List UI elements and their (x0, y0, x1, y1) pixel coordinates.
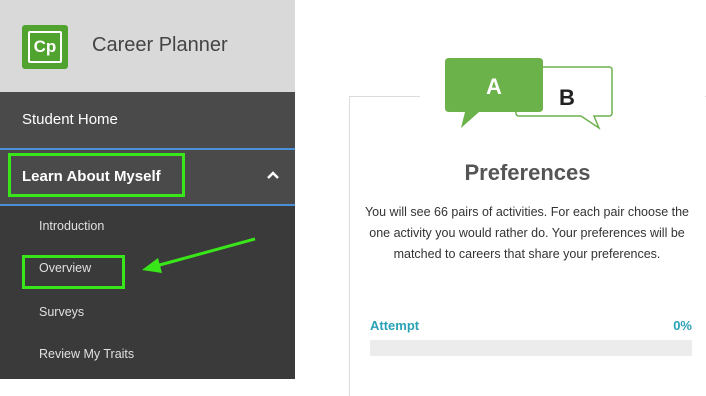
preferences-bubbles-icon: A B (445, 58, 613, 130)
bubble-a-label: A (486, 74, 502, 99)
sidebar: Cp Career Planner Student Home Learn Abo… (0, 0, 295, 379)
sidebar-item-label: Surveys (39, 305, 85, 319)
sidebar-item-label: Introduction (39, 219, 105, 233)
nav-student-home-label: Student Home (22, 111, 118, 128)
sidebar-item-surveys[interactable]: Surveys (0, 292, 295, 334)
nav-student-home[interactable]: Student Home (0, 92, 295, 150)
progress-percent: 0% (673, 318, 692, 333)
highlight-box-overview (22, 255, 125, 289)
logo-text: Cp (28, 31, 62, 63)
card-description: You will see 66 pairs of activities. For… (364, 205, 690, 261)
green-arrow-icon (142, 237, 256, 273)
nav-learn-about-myself[interactable]: Learn About Myself (0, 150, 295, 206)
career-planner-logo[interactable]: Cp (22, 25, 68, 69)
attempt-label: Attempt (370, 318, 420, 333)
bubble-b-label: B (559, 85, 575, 110)
card-title: Preferences (464, 160, 591, 185)
brand-name: Career Planner (92, 34, 228, 56)
chevron-up-icon[interactable] (266, 170, 280, 180)
progress-bar (370, 340, 692, 356)
brand-header: Cp Career Planner (0, 0, 295, 92)
nav-section-label: Learn About Myself (22, 168, 161, 185)
sidebar-item-label: Review My Traits (39, 347, 135, 361)
sidebar-item-review-my-traits[interactable]: Review My Traits (0, 334, 295, 376)
